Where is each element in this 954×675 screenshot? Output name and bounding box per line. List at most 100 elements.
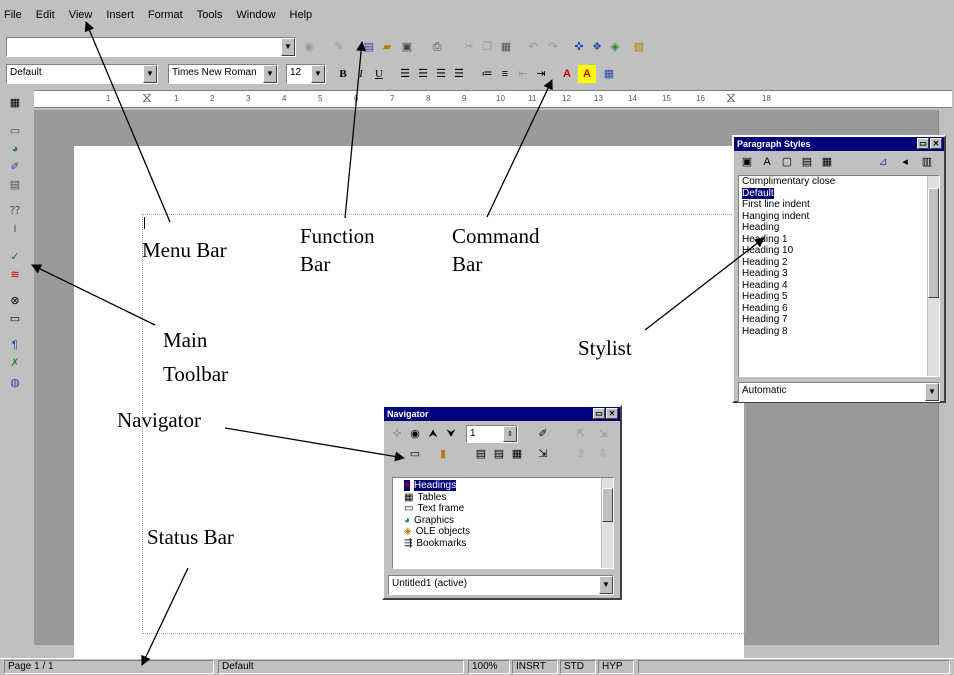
drag-mode-icon[interactable]: ✐ — [534, 425, 552, 443]
new-style-icon[interactable]: ◂ — [896, 153, 914, 171]
page-styles-icon[interactable]: ▤ — [798, 153, 816, 171]
nav-item-bookmarks[interactable]: ⇶ Bookmarks — [401, 538, 613, 550]
stylist-icon[interactable]: ❖ — [588, 38, 606, 56]
navigator-close-icon[interactable]: ✕ — [606, 408, 618, 419]
font-dropdown-icon[interactable]: ▼ — [263, 65, 277, 83]
frame-styles-icon[interactable]: ▢ — [778, 153, 796, 171]
paragraph-styles-icon[interactable]: ▣ — [738, 153, 756, 171]
text-cursor-icon[interactable]: I — [6, 220, 24, 238]
promote-level-icon[interactable]: ⇱ — [572, 425, 590, 443]
new-document-icon[interactable]: ▤ — [360, 38, 378, 56]
paragraph-style-select[interactable]: Default ▼ — [6, 64, 158, 84]
open-file-icon[interactable]: ▰ — [378, 38, 396, 56]
page-number-field[interactable]: 1 ⇕ — [466, 425, 518, 443]
nav-item-text-frame[interactable]: ▭ Text frame — [401, 503, 613, 515]
style-item[interactable]: Heading — [739, 222, 939, 234]
stylist-titlebar[interactable]: Paragraph Styles ▭ ✕ — [734, 137, 944, 151]
style-item[interactable]: Heading 6 — [739, 303, 939, 315]
style-item-selected[interactable]: Default — [739, 187, 939, 200]
filter-dropdown-icon[interactable]: ▼ — [925, 383, 939, 401]
style-filter-select[interactable]: Automatic ▼ — [738, 382, 940, 402]
copy-icon[interactable]: ❐ — [478, 38, 496, 56]
heading-levels-icon[interactable]: ⇲ — [534, 445, 552, 463]
menu-tools[interactable]: Tools — [197, 9, 223, 21]
menu-file[interactable]: File — [4, 9, 22, 21]
move-up-icon[interactable]: ⇧ — [572, 445, 590, 463]
menu-edit[interactable]: Edit — [36, 9, 55, 21]
nav-item-graphics[interactable]: ◕ Graphics — [401, 515, 613, 527]
stop-icon[interactable]: ◉ — [300, 38, 318, 56]
right-indent-marker-icon[interactable]: ⧖ — [726, 89, 736, 106]
fill-format-icon[interactable]: ⊿ — [874, 153, 892, 171]
data-sources-icon[interactable]: ▭ — [6, 310, 24, 328]
navigator-content-list[interactable]: ≡ Headings ▦ Tables ▭ Text frame ◕ Graphics … — [392, 477, 614, 569]
style-list-scrollbar[interactable] — [927, 176, 939, 376]
menu-window[interactable]: Window — [236, 9, 275, 21]
align-right-icon[interactable]: ☰ — [432, 65, 450, 83]
previous-icon[interactable]: ⮝ — [424, 425, 442, 443]
show-draw-functions-icon[interactable]: ✐ — [6, 158, 24, 176]
hyperlink-icon[interactable]: ◈ — [606, 38, 624, 56]
redo-icon[interactable]: ↷ — [544, 38, 562, 56]
update-style-icon[interactable]: ▥ — [918, 153, 936, 171]
style-item[interactable]: Heading 3 — [739, 268, 939, 280]
nonprinting-characters-icon[interactable]: ¶ — [6, 336, 24, 354]
insert-fields-icon[interactable]: ▭ — [6, 122, 24, 140]
numbering-styles-icon[interactable]: ▦ — [818, 153, 836, 171]
page-spin-icon[interactable]: ⇕ — [503, 426, 517, 442]
cut-icon[interactable]: ✂ — [460, 38, 478, 56]
hyperlink-mode-indicator[interactable]: HYP — [598, 660, 634, 674]
increase-indent-icon[interactable]: ⇥ — [532, 65, 550, 83]
style-item[interactable]: Heading 10 — [739, 245, 939, 257]
bullets-icon[interactable]: ≡ — [496, 65, 514, 83]
style-item[interactable]: Complimentary close — [739, 176, 939, 188]
selection-mode-indicator[interactable]: STD — [560, 660, 596, 674]
style-item[interactable]: Heading 4 — [739, 280, 939, 292]
print-icon[interactable]: ⎙ — [428, 38, 446, 56]
edit-autotext-icon[interactable]: ⁇ — [6, 202, 24, 220]
navigator-scrollbar[interactable] — [601, 478, 613, 568]
align-center-icon[interactable]: ☰ — [414, 65, 432, 83]
move-down-icon[interactable]: ⇩ — [594, 445, 612, 463]
url-input[interactable]: ▼ — [6, 37, 296, 57]
menu-insert[interactable]: Insert — [106, 9, 134, 21]
insert-mode-indicator[interactable]: INSRT — [512, 660, 558, 674]
zoom-indicator[interactable]: 100% — [468, 660, 510, 674]
edit-file-icon[interactable]: ✎ — [330, 38, 348, 56]
font-size-select[interactable]: 12 ▼ — [286, 64, 326, 84]
style-item[interactable]: Heading 1 — [739, 234, 939, 246]
navigation-icon[interactable]: ◉ — [406, 425, 424, 443]
decrease-indent-icon[interactable]: ⇤ — [514, 65, 532, 83]
style-item[interactable]: Heading 5 — [739, 291, 939, 303]
size-dropdown-icon[interactable]: ▼ — [311, 65, 325, 83]
insert-icon[interactable]: ▦ — [6, 94, 24, 112]
form-functions-icon[interactable]: ▤ — [6, 176, 24, 194]
paste-icon[interactable]: ▦ — [497, 38, 515, 56]
menu-format[interactable]: Format — [148, 9, 183, 21]
navigator-icon[interactable]: ✜ — [570, 38, 588, 56]
style-dropdown-icon[interactable]: ▼ — [143, 65, 157, 83]
indent-marker-icon[interactable]: ⧖ — [142, 89, 152, 106]
footer-icon[interactable]: ▤ — [490, 445, 508, 463]
style-item[interactable]: Heading 8 — [739, 326, 939, 338]
header-icon[interactable]: ▤ — [472, 445, 490, 463]
nav-item-tables[interactable]: ▦ Tables — [401, 492, 613, 504]
anchor-icon[interactable]: ▦ — [508, 445, 526, 463]
horizontal-ruler[interactable]: 1 ⧖ 1 2 3 4 5 6 7 8 9 10 11 12 13 14 15 … — [34, 89, 952, 108]
style-item[interactable]: Heading 2 — [739, 257, 939, 269]
highlight-button[interactable]: A — [578, 65, 596, 83]
list-box-icon[interactable]: ▭ — [406, 445, 424, 463]
style-item[interactable]: Hanging indent — [739, 211, 939, 223]
menu-view[interactable]: View — [69, 9, 93, 21]
bold-button[interactable]: B — [334, 65, 352, 83]
spellcheck-icon[interactable]: ✓ — [6, 248, 24, 266]
graphics-off-icon[interactable]: ✗ — [6, 354, 24, 372]
nav-item-ole-objects[interactable]: ◈ OLE objects — [401, 526, 613, 538]
navigator-titlebar[interactable]: Navigator ▭ ✕ — [384, 407, 620, 421]
online-layout-icon[interactable]: ◍ — [6, 374, 24, 392]
document-select[interactable]: Untitled1 (active) ▼ — [388, 575, 614, 595]
gallery-icon[interactable]: ▧ — [630, 38, 648, 56]
menu-help[interactable]: Help — [290, 9, 313, 21]
style-list[interactable]: Complimentary close Default First line i… — [738, 175, 940, 377]
align-left-icon[interactable]: ☰ — [396, 65, 414, 83]
